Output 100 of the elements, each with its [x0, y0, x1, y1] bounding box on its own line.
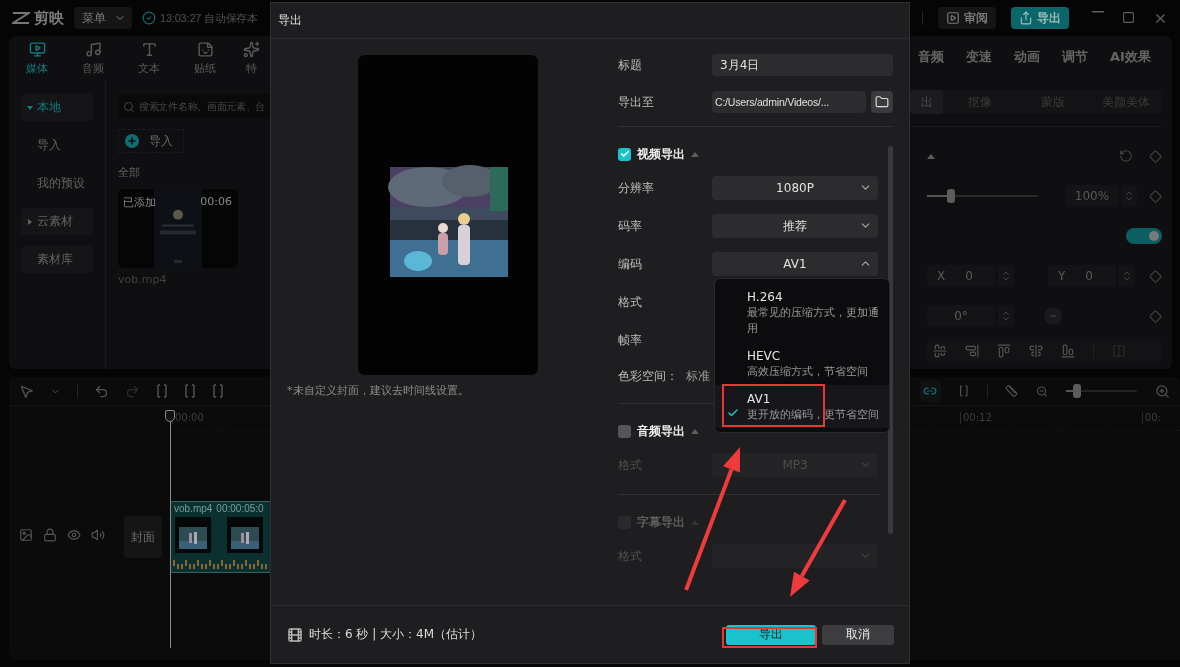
rotation-field[interactable]: 0°: [927, 305, 995, 327]
section-title: 字幕导出: [637, 513, 685, 531]
split-icon[interactable]: [156, 384, 168, 398]
path-field[interactable]: C:/Users/admin/Videos/...: [712, 91, 866, 113]
checkbox[interactable]: [618, 147, 631, 161]
align-icon[interactable]: [1029, 344, 1043, 358]
sticker-icon: [196, 40, 214, 58]
section-title: 音频导出: [637, 422, 685, 440]
link-icon: [923, 384, 938, 398]
film-icon: [287, 626, 303, 643]
export-button[interactable]: 导出: [726, 624, 816, 645]
keyframe-icon[interactable]: [1149, 269, 1162, 283]
minimize-icon: [1092, 10, 1104, 13]
scrollbar[interactable]: [888, 146, 893, 534]
link-button[interactable]: [920, 380, 941, 402]
caret-up-icon[interactable]: [927, 153, 935, 159]
media-tab[interactable]: 特: [233, 36, 270, 80]
select-field[interactable]: 推荐: [712, 214, 878, 238]
folder-button[interactable]: [871, 91, 893, 113]
stepper[interactable]: [1119, 265, 1135, 287]
plus-circle-icon: [125, 134, 139, 148]
stepper[interactable]: [998, 265, 1014, 287]
sidebar-item[interactable]: 导入: [21, 132, 93, 159]
field-label: 标题: [618, 56, 643, 74]
pointer-icon[interactable]: [19, 383, 34, 399]
select-field[interactable]: 1080P: [712, 176, 878, 200]
property-tab[interactable]: AI效果: [1110, 48, 1151, 66]
speaker-icon[interactable]: [91, 528, 105, 542]
keyframe-icon[interactable]: [1149, 189, 1162, 203]
media-tab[interactable]: 文本: [121, 36, 177, 80]
text-icon: [140, 40, 158, 58]
codec-name: HEVC: [747, 348, 782, 364]
position-field[interactable]: Y 0: [1048, 265, 1116, 287]
save-status: 13:03:27 自动保存本: [160, 10, 259, 26]
field-label: 色彩空间：: [618, 367, 678, 385]
field-label: 帧率: [618, 331, 643, 349]
review-button[interactable]: 审阅: [938, 7, 996, 29]
cancel-button[interactable]: 取消: [822, 624, 894, 645]
align-icon[interactable]: [997, 344, 1011, 358]
align-icon[interactable]: [965, 344, 979, 358]
image-icon[interactable]: [19, 528, 33, 542]
align-icon[interactable]: [1061, 344, 1075, 358]
import-button[interactable]: 导入: [118, 129, 184, 153]
media-tab[interactable]: 音频: [65, 36, 121, 80]
field-label: 格式: [618, 293, 643, 311]
caret-up-icon[interactable]: [691, 151, 699, 157]
split-icon[interactable]: [184, 384, 196, 398]
field-label: 导出至: [618, 93, 655, 111]
media-tab[interactable]: 媒体: [9, 36, 65, 80]
sidebar-item[interactable]: 我的预设: [21, 170, 93, 197]
sidebar-item[interactable]: 素材库: [21, 246, 93, 273]
sparkle-icon: [243, 40, 260, 58]
section-title: 视频导出: [637, 145, 685, 163]
redo-icon[interactable]: [125, 383, 140, 399]
toggle-switch[interactable]: [1126, 228, 1162, 244]
rotation-dial[interactable]: [1044, 307, 1062, 325]
property-tab[interactable]: 动画: [1014, 48, 1040, 66]
align-icon[interactable]: [933, 344, 947, 358]
cover-button[interactable]: 封面: [124, 516, 162, 558]
play-screen-icon: [946, 11, 960, 25]
codec-option[interactable]: AV1 更开放的编码，更节省空间: [715, 385, 889, 428]
export-button[interactable]: 导出: [1011, 7, 1069, 29]
stepper[interactable]: [998, 305, 1014, 327]
split-icon[interactable]: [958, 384, 969, 398]
color-space-value: 标准: [686, 367, 710, 385]
slider-thumb[interactable]: [947, 189, 956, 203]
position-field[interactable]: X 0: [927, 265, 995, 287]
zoom-out-icon[interactable]: [1036, 383, 1049, 399]
property-tab[interactable]: 变速: [966, 48, 992, 66]
menu-button[interactable]: 菜单: [74, 7, 132, 29]
sidebar-item[interactable]: 云素材: [21, 208, 93, 235]
stepper[interactable]: [1121, 185, 1137, 207]
added-label: 已添加: [123, 195, 156, 210]
maximize-button[interactable]: [1122, 10, 1135, 26]
checkbox[interactable]: [618, 424, 631, 438]
position-value: 0: [965, 269, 973, 283]
clip-name: vob.mp4: [174, 503, 213, 514]
undo-icon[interactable]: [94, 383, 109, 399]
reset-icon[interactable]: [1119, 149, 1133, 163]
section-label: 全部: [118, 165, 140, 180]
share-icon: [1019, 11, 1033, 25]
lock-icon[interactable]: [43, 528, 57, 542]
title-field[interactable]: 3月4日: [712, 54, 893, 76]
search-icon: [123, 100, 135, 113]
keyframe-icon[interactable]: [1149, 309, 1162, 323]
property-tab[interactable]: 调节: [1062, 48, 1088, 66]
split-icon[interactable]: [212, 384, 224, 398]
caret-up-icon[interactable]: [691, 428, 699, 434]
up-down-icon: [1123, 190, 1135, 202]
ruler-icon[interactable]: [1005, 383, 1019, 399]
codec-description: 最常见的压缩方式，更加通用: [747, 305, 880, 337]
zoom-in-icon[interactable]: [1155, 383, 1170, 399]
media-tab[interactable]: 贴纸: [177, 36, 233, 80]
eye-icon[interactable]: [67, 528, 81, 542]
sidebar-item[interactable]: 本地: [21, 94, 93, 121]
scale-value[interactable]: 100%: [1066, 185, 1118, 207]
keyframe-icon[interactable]: [1149, 149, 1162, 163]
property-tab[interactable]: 音频: [918, 48, 944, 66]
slider-thumb[interactable]: [1072, 384, 1081, 398]
play-screen-icon: [28, 40, 46, 58]
